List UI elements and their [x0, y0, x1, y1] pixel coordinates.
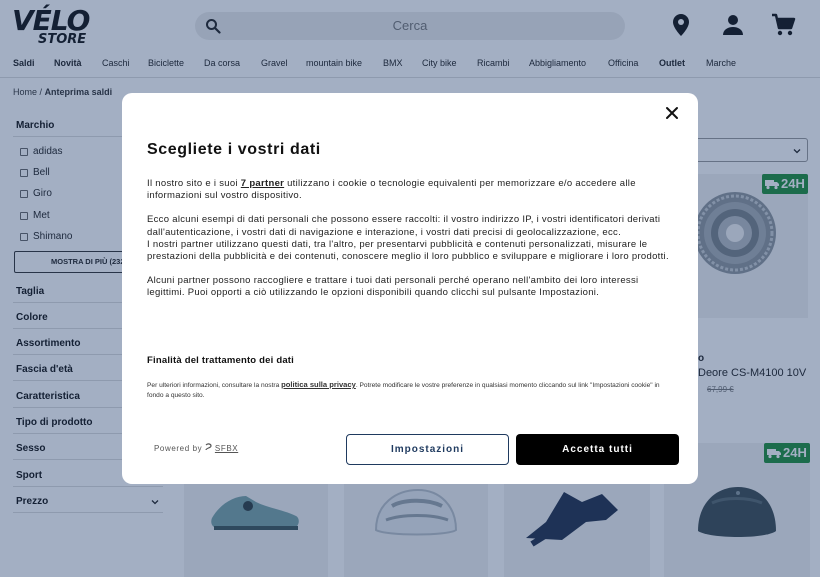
dialog-paragraph-2: Ecco alcuni esempi di dati personali che… — [147, 214, 661, 238]
powered-by-label: Powered by — [154, 444, 203, 453]
close-icon[interactable] — [665, 106, 679, 120]
dialog-paragraph-3: I nostri partner utilizzano questi dati,… — [147, 238, 669, 263]
sfbx-link[interactable]: SFBX — [215, 444, 238, 453]
dialog-title: Scegliete i vostri dati — [147, 141, 321, 158]
cookie-consent-dialog: Scegliete i vostri dati Il nostro sito e… — [122, 93, 698, 484]
text-span: Il nostro sito e i suoi — [147, 178, 241, 189]
sfbx-logo-icon — [205, 443, 212, 451]
settings-button[interactable]: Impostazioni — [346, 434, 509, 465]
text-span: Per ulteriori informazioni, consultare l… — [147, 382, 282, 389]
dialog-body: Il nostro sito e i suoi 7 partner utiliz… — [147, 178, 677, 312]
dialog-paragraph-4: Alcuni partner possono raccogliere e tra… — [147, 275, 639, 299]
partners-link[interactable]: 7 partner — [241, 178, 284, 189]
dialog-paragraph-1: Il nostro sito e i suoi 7 partner utiliz… — [147, 178, 677, 202]
data-purposes-link[interactable]: Finalità del trattamento dei dati — [147, 355, 294, 366]
powered-by: Powered by SFBX — [154, 443, 238, 453]
privacy-policy-link[interactable]: politica sulla privacy — [281, 380, 356, 389]
accept-all-button[interactable]: Accetta tutti — [516, 434, 679, 465]
privacy-note: Per ulteriori informazioni, consultare l… — [147, 380, 677, 400]
